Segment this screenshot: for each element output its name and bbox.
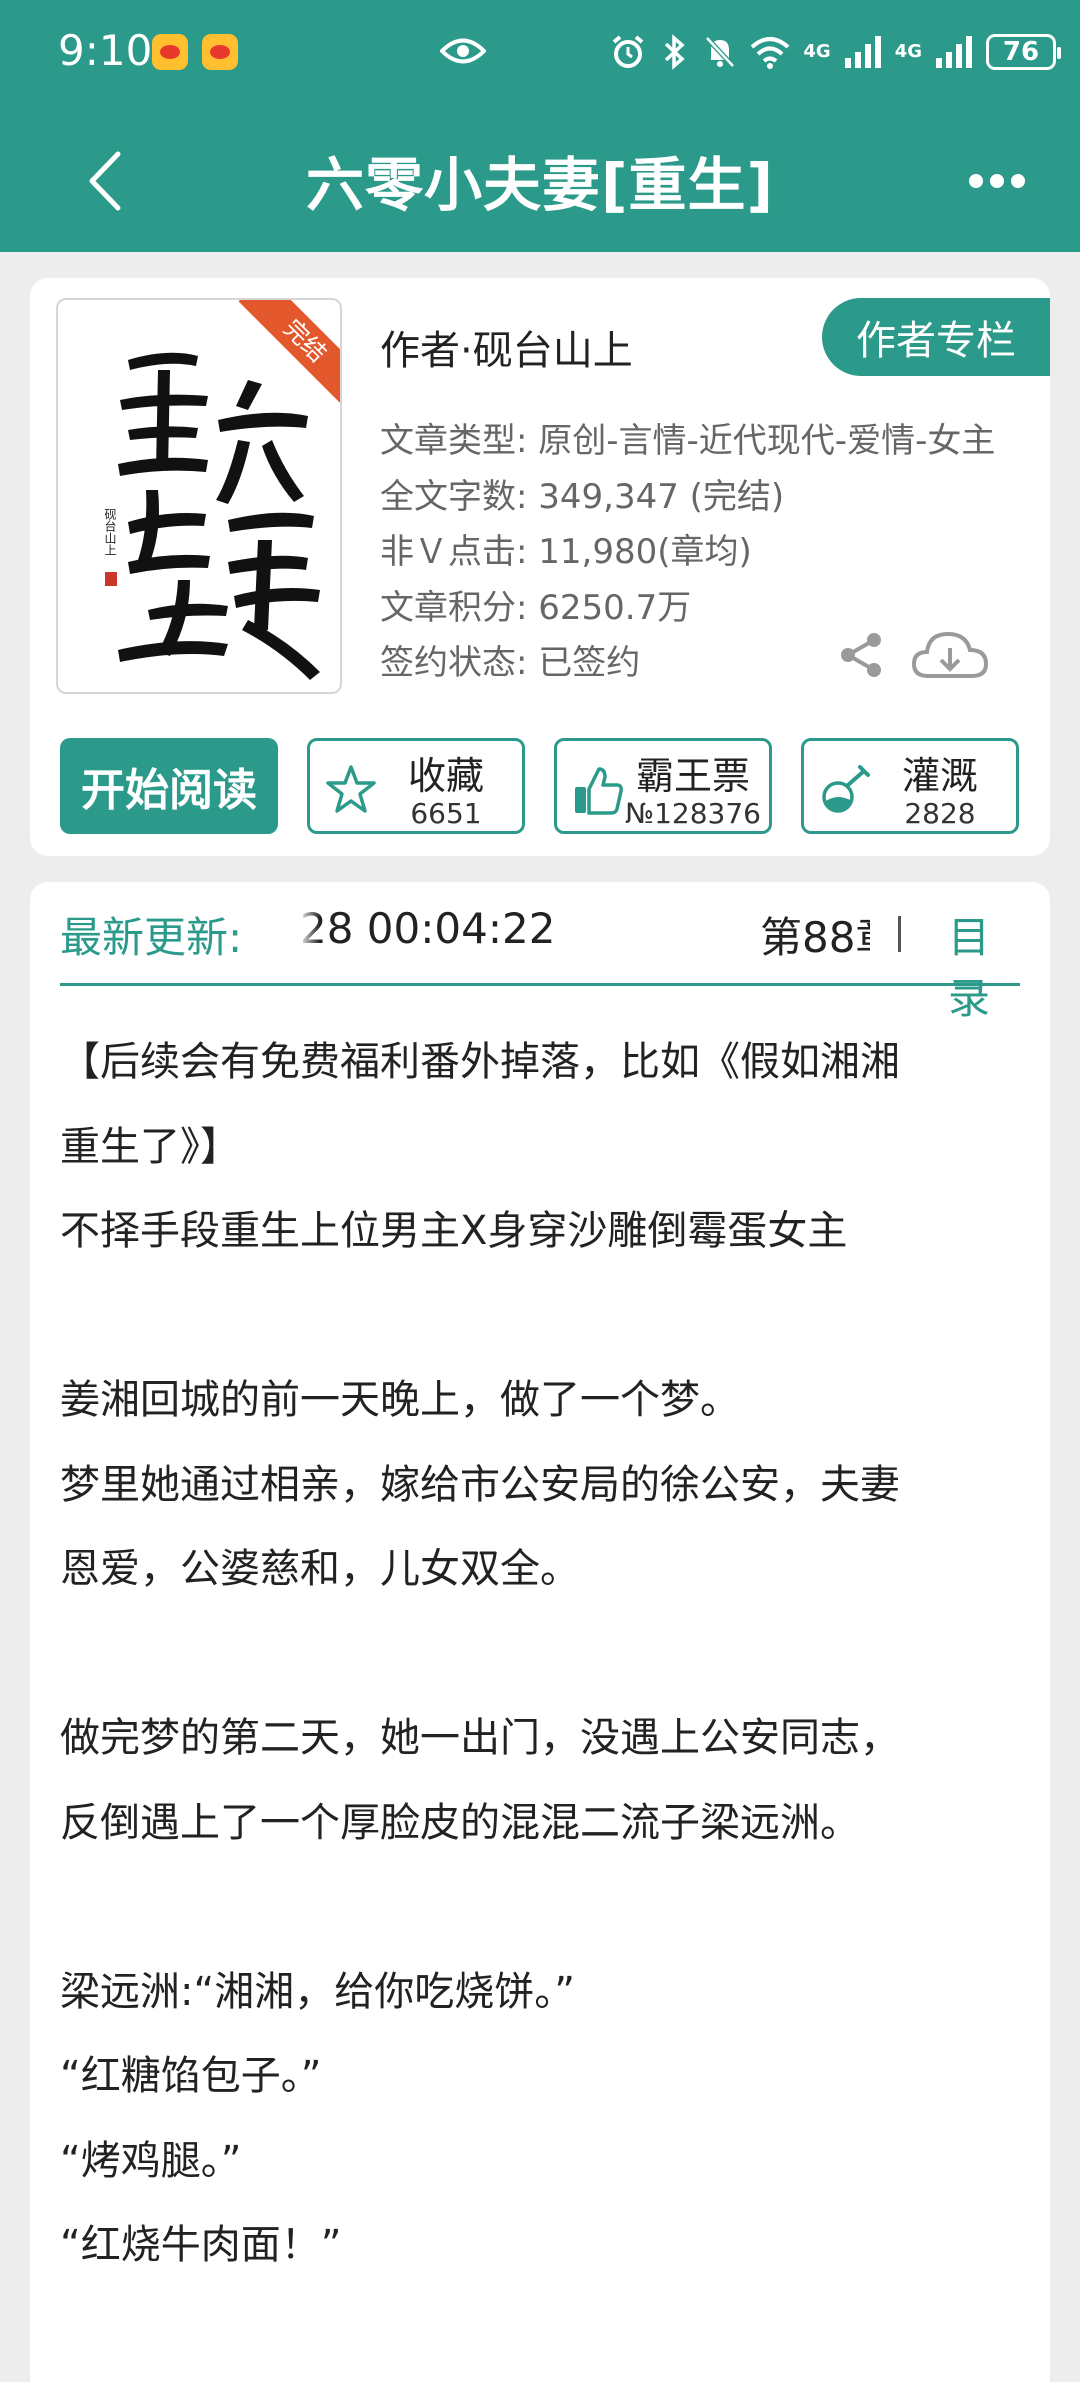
nutrient-button[interactable]: 灌溉 2828 xyxy=(801,738,1019,834)
collect-count: 6651 xyxy=(410,797,482,830)
signal-icon xyxy=(936,36,972,68)
share-icon[interactable] xyxy=(836,630,886,680)
divider xyxy=(898,916,901,952)
cover-author-text: 砚台山上 xyxy=(103,508,117,556)
synopsis-line: 恩爱，公婆慈和，儿女双全。 xyxy=(60,1546,580,1592)
synopsis-line: 反倒遇上了一个厚脸皮的混混二流子梁远洲。 xyxy=(60,1799,860,1846)
latest-chapter[interactable]: 第88章 xyxy=(760,904,870,965)
synopsis-line: 姜湘回城的前一天晚上，做了一个梦。 xyxy=(60,1377,740,1423)
book-cover[interactable]: 砚台山上 完结 xyxy=(56,298,342,694)
synopsis-line xyxy=(60,1865,1030,1950)
latest-update-row[interactable]: 最新更新: 28 00:04:22 第88章 目录 xyxy=(60,882,1020,1023)
table-of-contents-link[interactable]: 目录 xyxy=(948,904,1020,1026)
author-column-button[interactable]: 作者专栏 xyxy=(822,298,1050,376)
start-reading-button[interactable]: 开始阅读 xyxy=(60,738,278,834)
synopsis-line: “烤鸡腿。” xyxy=(60,2137,242,2184)
tickets-label: 霸王票 xyxy=(635,754,750,798)
weibo-icon xyxy=(152,34,188,70)
status-bar: 9:10 4G 4G 76 xyxy=(0,0,1080,110)
book-meta-list: 文章类型: 原创-言情-近代现代-爱情-女主 全文字数: 349,347 (完结… xyxy=(380,414,995,692)
latest-update-time: 28 00:04:22 xyxy=(297,904,556,960)
synopsis: 【后续会有免费福利番外掉落，比如《假如湘湘 重生了》】 不择手段重生上位男主X身… xyxy=(60,1020,1030,2288)
book-info-card: 砚台山上 完结 作者·砚台山上 作者专栏 文章类型: 原创-言情-近代现代-爱情… xyxy=(30,278,1050,856)
tickets-button[interactable]: 霸王票 №128376 xyxy=(554,738,772,834)
meta-word-count: 全文字数: 349,347 (完结) xyxy=(380,476,785,517)
collect-label: 收藏 xyxy=(407,754,484,798)
signal-icon xyxy=(844,36,881,68)
nav-bar: 六零小夫妻[重生] xyxy=(0,110,1080,252)
wifi-icon xyxy=(751,37,790,69)
nutrient-label: 灌溉 xyxy=(901,754,978,798)
synopsis-line: “红糖馅包子。” xyxy=(60,2053,322,2099)
synopsis-line: 【后续会有免费福利番外掉落，比如《假如湘湘 xyxy=(60,1039,900,1085)
battery-icon: 76 xyxy=(986,34,1061,70)
tickets-count: №128376 xyxy=(624,797,761,830)
meta-clicks: 非Ｖ点击: 11,980(章均) xyxy=(380,532,752,572)
alarm-icon xyxy=(613,35,644,68)
synopsis-line xyxy=(60,1274,1030,1359)
bluetooth-icon xyxy=(665,34,685,70)
status-icons: 4G 4G 76 xyxy=(611,28,1061,76)
synopsis-line: 不择手段重生上位男主X身穿沙雕倒霉蛋女主 xyxy=(60,1208,848,1254)
network-type-label: 4G xyxy=(803,41,831,62)
network-type-label: 4G xyxy=(894,41,922,62)
synopsis-line: “红烧牛肉面！” xyxy=(60,2222,342,2268)
eye-icon xyxy=(440,38,486,64)
weibo-icon xyxy=(202,34,238,70)
meta-score: 文章积分: 6250.7万 xyxy=(380,587,692,628)
collect-button[interactable]: 收藏 6651 xyxy=(307,738,525,834)
author-line[interactable]: 作者·砚台山上 xyxy=(380,318,633,376)
synopsis-line xyxy=(60,1612,1030,1697)
meta-genre: 文章类型: 原创-言情-近代现代-爱情-女主 xyxy=(380,421,996,461)
page-title: 六零小夫妻[重生] xyxy=(305,151,775,219)
latest-update-label: 最新更新: xyxy=(60,913,243,962)
content-card: 最新更新: 28 00:04:22 第88章 目录 【后续会有免费福利番外掉落，… xyxy=(30,882,1050,2382)
synopsis-line: 梦里她通过相亲，嫁给市公安局的徐公安，夫妻 xyxy=(60,1461,900,1508)
app-header: 9:10 4G 4G 76 六零小夫妻[重生] xyxy=(0,0,1080,252)
status-time: 9:10 xyxy=(58,26,153,75)
mute-icon xyxy=(705,36,736,68)
meta-contract-status: 签约状态: 已签约 xyxy=(380,643,641,683)
more-dots-icon[interactable] xyxy=(968,172,1026,190)
nutrient-count: 2828 xyxy=(904,797,976,830)
synopsis-line: 做完梦的第二天，她一出门，没遇上公安同志， xyxy=(60,1715,900,1761)
cloud-download-icon[interactable] xyxy=(910,624,990,688)
synopsis-line: 梁远洲:“湘湘，给你吃烧饼。” xyxy=(60,1968,575,2015)
synopsis-line: 重生了》】 xyxy=(60,1123,240,1170)
